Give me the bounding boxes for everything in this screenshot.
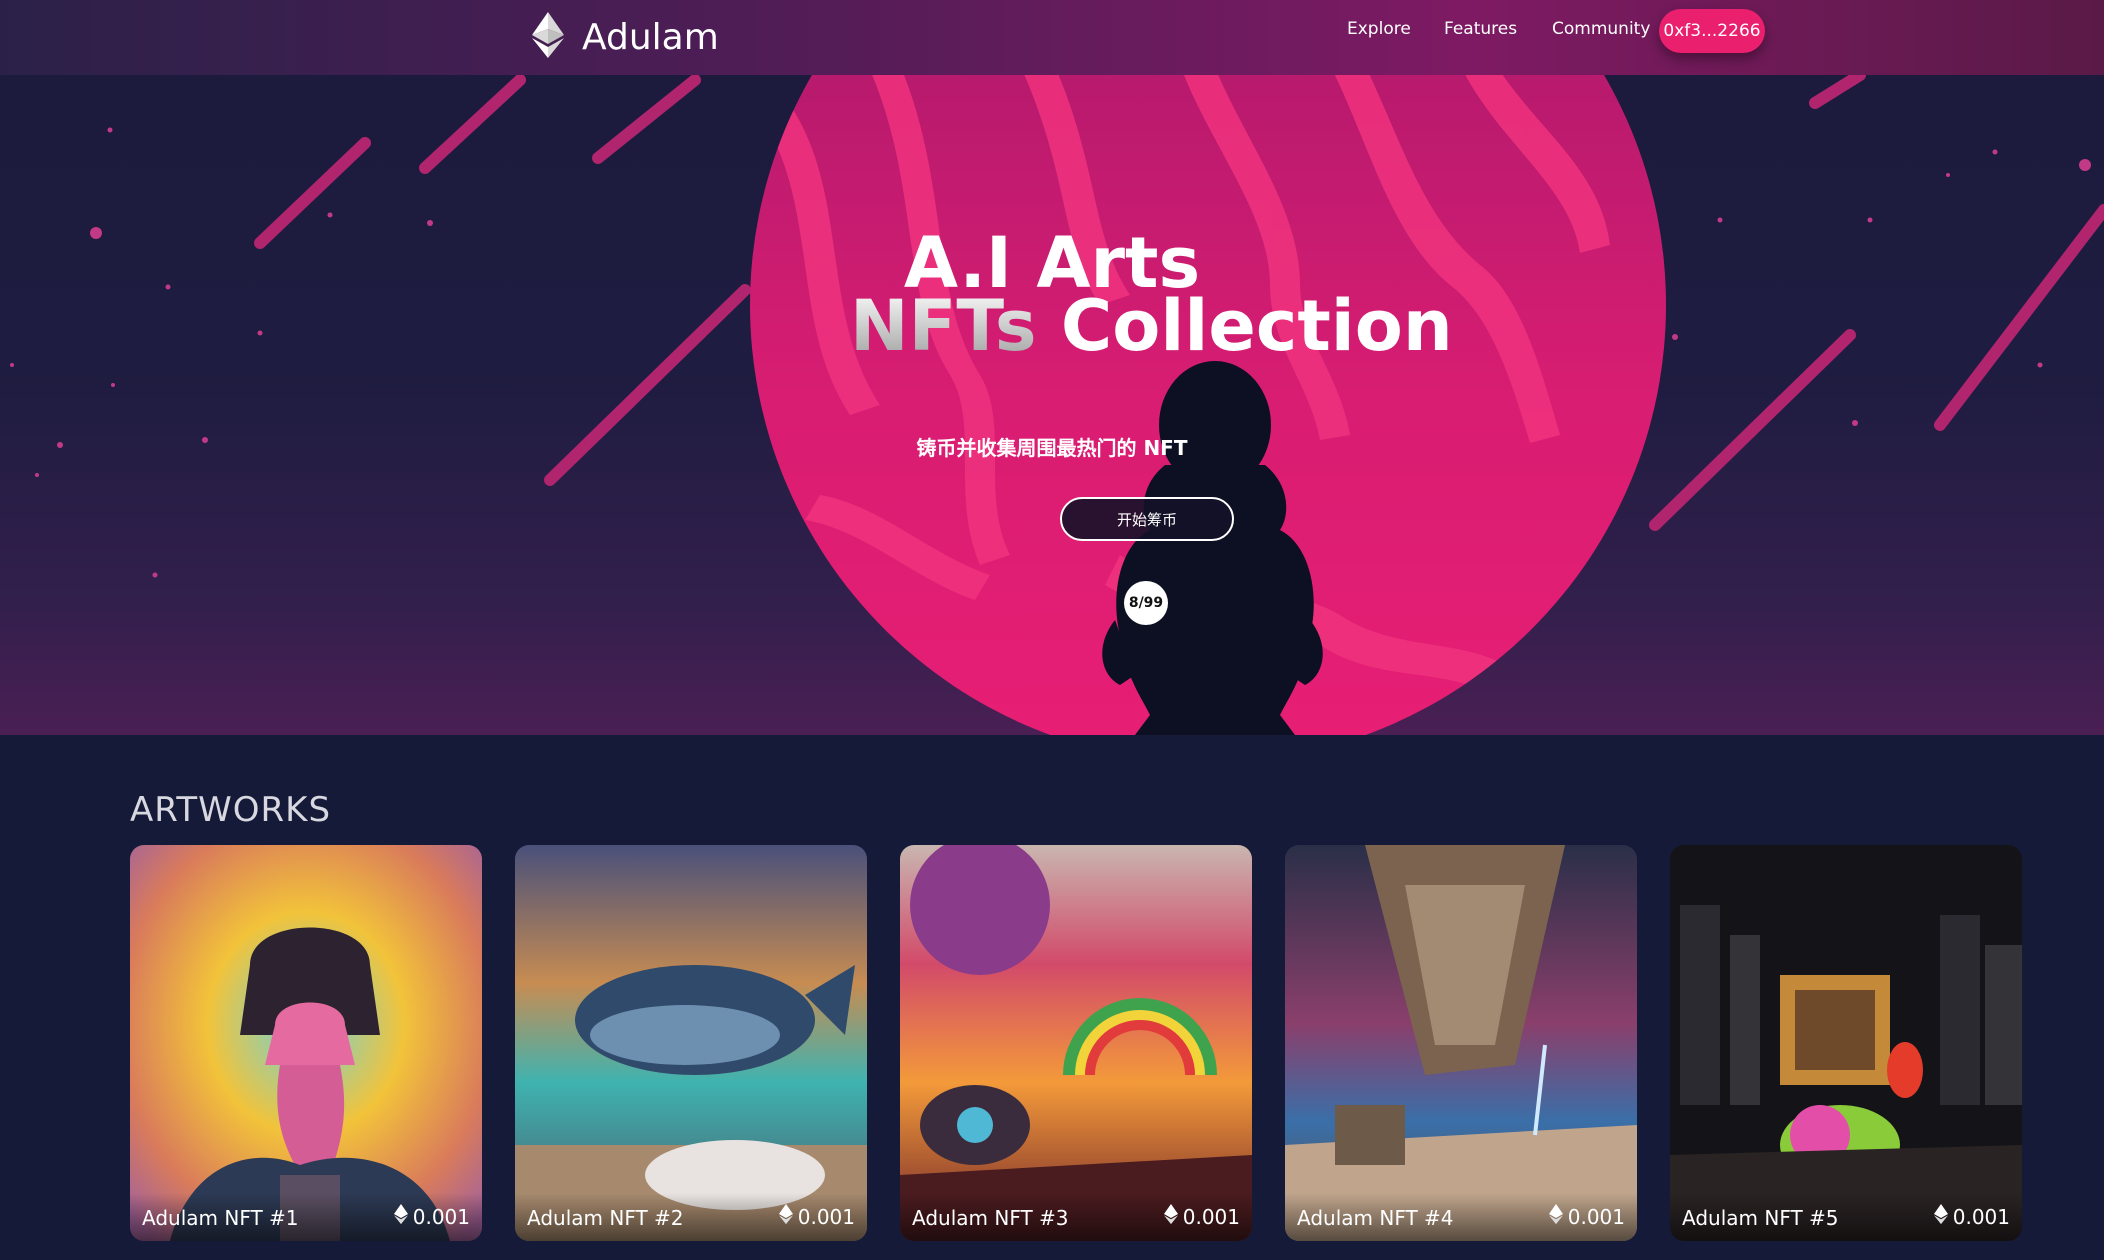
- artwork-image: [900, 845, 1252, 1241]
- artwork-price-value: 0.001: [412, 1204, 470, 1229]
- artwork-image: [130, 845, 482, 1241]
- top-navbar: Adulam Explore Features Community 0xf3..…: [0, 0, 2104, 75]
- artwork-price: 0.001: [1933, 1203, 2010, 1230]
- hero-title-rest: Collection: [1060, 285, 1453, 367]
- artwork-card[interactable]: Adulam NFT #1 0.001: [130, 845, 482, 1241]
- hero-illustration: [10, 75, 2104, 735]
- artwork-image: [1285, 845, 1637, 1241]
- artwork-card[interactable]: Adulam NFT #5 0.001: [1670, 845, 2022, 1241]
- ethereum-icon: [532, 12, 564, 62]
- artwork-price: 0.001: [1163, 1203, 1240, 1230]
- start-mint-button[interactable]: 开始筹币: [1060, 497, 1234, 541]
- artwork-price-value: 0.001: [1567, 1204, 1625, 1229]
- artwork-card[interactable]: Adulam NFT #3 0.001: [900, 845, 1252, 1241]
- artworks-heading: ARTWORKS: [130, 790, 332, 830]
- artwork-name: Adulam NFT #2: [527, 1206, 684, 1230]
- nav-link-features[interactable]: Features: [1444, 19, 1517, 39]
- hero-subtitle: 铸币并收集周围最热门的 NFT: [916, 436, 1188, 460]
- minted-counter-badge: 8/99: [1124, 581, 1168, 625]
- artwork-card[interactable]: Adulam NFT #2 0.001: [515, 845, 867, 1241]
- ethereum-icon: [1933, 1203, 1953, 1230]
- artwork-name: Adulam NFT #4: [1297, 1206, 1454, 1230]
- artwork-name: Adulam NFT #5: [1682, 1206, 1839, 1230]
- ethereum-icon: [393, 1203, 413, 1230]
- artwork-image: [1670, 845, 2022, 1241]
- artwork-name: Adulam NFT #1: [142, 1206, 299, 1230]
- artwork-price-value: 0.001: [1182, 1204, 1240, 1229]
- brand[interactable]: Adulam: [532, 8, 719, 66]
- wallet-address-button[interactable]: 0xf3...2266: [1659, 9, 1765, 53]
- nav-link-explore[interactable]: Explore: [1347, 19, 1411, 39]
- artwork-price: 0.001: [1548, 1203, 1625, 1230]
- ethereum-icon: [1163, 1203, 1183, 1230]
- artwork-price-value: 0.001: [797, 1204, 855, 1229]
- ethereum-icon: [1548, 1203, 1568, 1230]
- ethereum-icon: [778, 1203, 798, 1230]
- artwork-card[interactable]: Adulam NFT #4 0.001: [1285, 845, 1637, 1241]
- hero-title-highlight: NFTs: [850, 285, 1037, 367]
- artwork-price: 0.001: [778, 1203, 855, 1230]
- artwork-name: Adulam NFT #3: [912, 1206, 1069, 1230]
- brand-name: Adulam: [582, 16, 719, 58]
- hero-title-line2: NFTs Collection: [850, 285, 1453, 367]
- artwork-price: 0.001: [393, 1203, 470, 1230]
- hero-section: A.I Arts NFTs Collection 铸币并收集周围最热门的 NFT…: [0, 75, 2104, 735]
- artwork-price-value: 0.001: [1952, 1204, 2010, 1229]
- artwork-image: [515, 845, 867, 1241]
- nav-link-community[interactable]: Community: [1552, 19, 1650, 39]
